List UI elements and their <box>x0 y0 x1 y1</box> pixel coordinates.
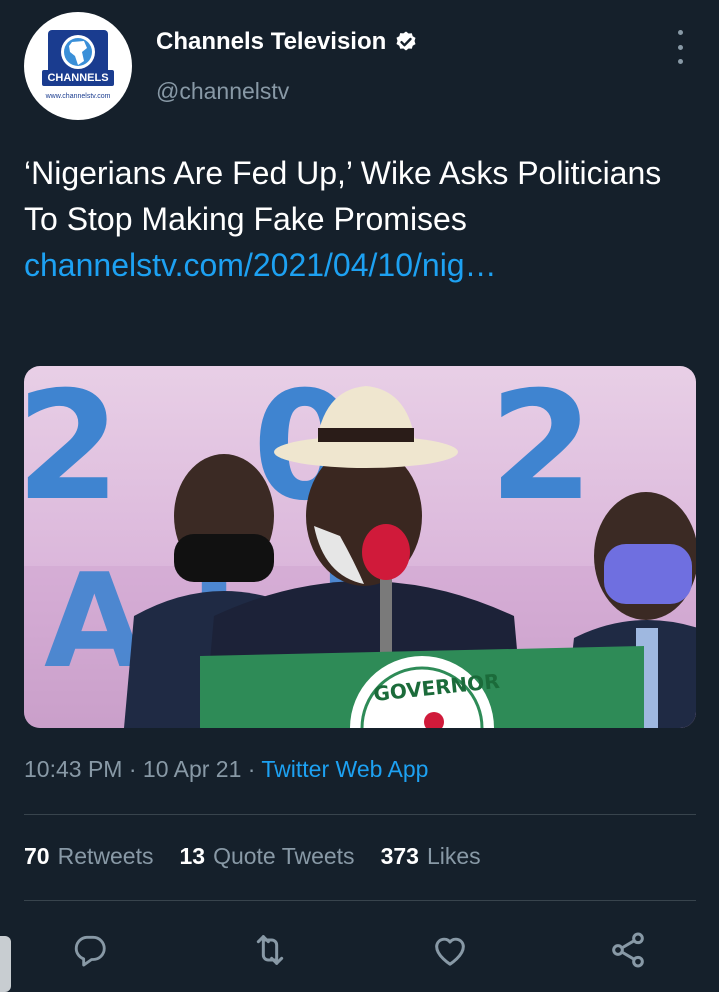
retweets-stat[interactable]: 70 Retweets <box>24 843 153 870</box>
retweets-count: 70 <box>24 843 50 869</box>
scroll-edge <box>0 936 11 992</box>
avatar-brand-text: CHANNELS <box>42 70 114 86</box>
tweet-date: 10 Apr 21 <box>142 756 242 782</box>
avatar[interactable]: CHANNELS www.channelstv.com <box>24 12 132 120</box>
tweet-time: 10:43 PM <box>24 756 123 782</box>
likes-label: Likes <box>426 843 481 869</box>
reply-icon[interactable] <box>68 928 112 972</box>
likes-stat[interactable]: 373 Likes <box>381 843 481 870</box>
press-photo: 2 0 2 A L L GOVERNOR <box>24 366 696 728</box>
tweet-body: ‘Nigerians Are Fed Up,’ Wike Asks Politi… <box>24 155 662 237</box>
divider <box>24 814 696 815</box>
likes-count: 373 <box>380 843 419 869</box>
verified-badge-icon <box>396 31 416 51</box>
retweets-label: Retweets <box>57 843 154 869</box>
avatar-url-text: www.channelstv.com <box>45 93 111 100</box>
tweet-image[interactable]: 2 0 2 A L L GOVERNOR <box>24 366 696 728</box>
retweet-icon[interactable] <box>248 928 292 972</box>
quote-tweets-count: 13 <box>179 843 206 869</box>
tweet-source-link[interactable]: Twitter Web App <box>261 756 428 782</box>
share-icon[interactable] <box>606 928 650 972</box>
tweet-actions <box>0 928 719 972</box>
more-icon[interactable] <box>668 30 692 64</box>
quote-tweets-label: Quote Tweets <box>213 843 355 869</box>
divider <box>24 900 696 901</box>
meta-separator: · <box>241 756 262 782</box>
like-icon[interactable] <box>428 928 472 972</box>
tweet-text: ‘Nigerians Are Fed Up,’ Wike Asks Politi… <box>24 150 694 288</box>
tweet-link[interactable]: channelstv.com/2021/04/10/nig… <box>24 247 497 283</box>
tweet-stats: 70 Retweets 13 Quote Tweets 373 Likes <box>24 843 481 870</box>
meta-separator: · <box>122 756 143 782</box>
author-name-text: Channels Television <box>156 28 387 55</box>
author-handle[interactable]: @channelstv <box>156 78 289 105</box>
quote-tweets-stat[interactable]: 13 Quote Tweets <box>179 843 354 870</box>
tweet-meta: 10:43 PM · 10 Apr 21 · Twitter Web App <box>24 756 428 783</box>
author-name[interactable]: Channels Television <box>156 28 418 56</box>
